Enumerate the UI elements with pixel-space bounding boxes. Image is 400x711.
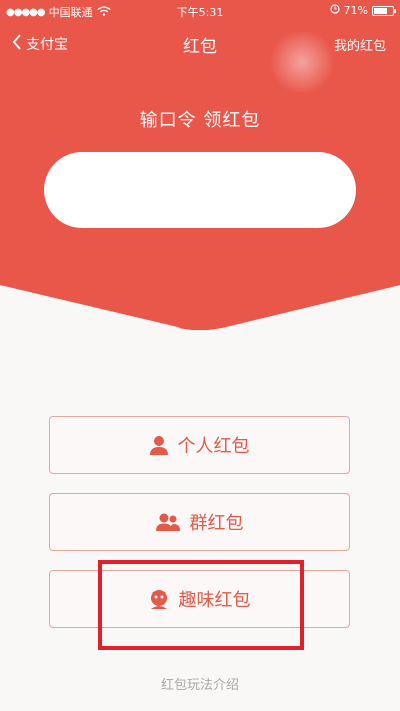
battery-percent: 71% (343, 4, 368, 17)
option-label: 个人红包 (177, 436, 250, 457)
password-input[interactable] (44, 152, 356, 228)
group-icon (155, 512, 180, 532)
password-prompt: 输口令 领红包 (139, 110, 261, 131)
alarm-icon (329, 4, 340, 17)
battery-level-fill (374, 7, 387, 14)
status-bar: ●●●●● 中国联通 下午5:31 71% (0, 0, 400, 22)
red-packet-intro-link[interactable]: 红包玩法介绍 (0, 674, 400, 693)
person-icon (149, 435, 168, 455)
my-red-packets-link[interactable]: 我的红包 (334, 35, 386, 54)
battery-icon (372, 5, 396, 16)
group-red-packet-button[interactable]: 群红包 (49, 493, 350, 551)
nav-bar: 支付宝 红包 我的红包 (0, 26, 400, 92)
highlight-annotation-box (98, 560, 304, 650)
blurred-overlay (271, 32, 333, 92)
personal-red-packet-button[interactable]: 个人红包 (49, 416, 350, 474)
option-label: 群红包 (189, 513, 244, 534)
